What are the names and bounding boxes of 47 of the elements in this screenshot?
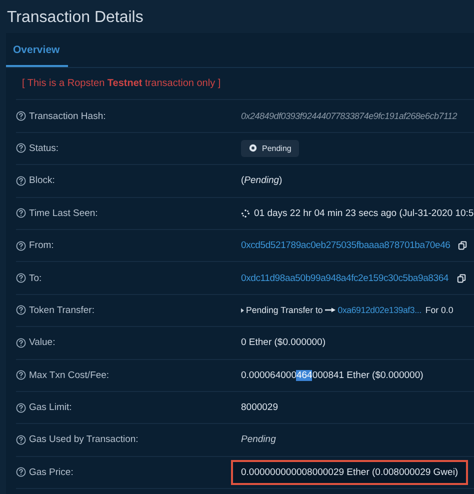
- help-icon[interactable]: [16, 338, 26, 348]
- token-amount: For 0.0: [425, 305, 454, 316]
- address-link[interactable]: 0xdc11d98aa50b99a948a4fc2e159c30c5ba9a8364: [241, 272, 448, 284]
- help-icon[interactable]: [16, 305, 26, 316]
- copy-icon[interactable]: [456, 274, 466, 283]
- help-icon[interactable]: [16, 143, 26, 154]
- field-label: Token Transfer:: [29, 304, 94, 316]
- time-value: 01 days 22 hr 04 min 23 secs ago (Jul-31-2020 10:5: [254, 208, 474, 219]
- field-value: 8000029: [241, 402, 278, 414]
- spinner-icon: [241, 208, 250, 218]
- field-label: Max Txn Cost/Fee:: [29, 370, 110, 381]
- pending-icon: [249, 144, 257, 152]
- field-label: Gas Used by Transaction:: [29, 434, 138, 446]
- pending-transfer-text: Pending Transfer to: [246, 305, 323, 316]
- help-icon[interactable]: [16, 467, 26, 478]
- help-icon[interactable]: [16, 176, 26, 186]
- help-icon[interactable]: [16, 370, 26, 380]
- field-label: Time Last Seen:: [29, 208, 98, 219]
- address-link[interactable]: 0xcd5d521789ac0eb275035fbaaaa878701ba70e46: [241, 240, 450, 252]
- field-label: To:: [29, 272, 42, 284]
- page-title: Transaction Details: [6, 8, 144, 28]
- fee-value: 0.000064000464000841 Ether ($0.000000): [241, 370, 424, 381]
- field-value: 0.000000000008000029 Ether (0.008000029 Gwei): [241, 466, 458, 478]
- help-icon[interactable]: [16, 111, 26, 122]
- field-label: Gas Price:: [29, 466, 74, 478]
- copy-icon[interactable]: [458, 241, 468, 250]
- help-icon[interactable]: [16, 240, 26, 251]
- gas-used-value: Pending: [241, 434, 276, 446]
- field-label: Value:: [29, 337, 56, 348]
- testnet-notice: [ This is a Ropsten Testnet transaction only ]: [22, 78, 221, 90]
- help-icon[interactable]: [16, 402, 26, 413]
- field-label: Status:: [29, 142, 59, 154]
- field-value: (Pending): [241, 175, 282, 186]
- token-link[interactable]: 0xa6912d02e139af3...: [338, 305, 422, 316]
- help-icon[interactable]: [16, 273, 26, 284]
- help-icon[interactable]: [16, 434, 26, 445]
- right-arrow-icon: [324, 307, 336, 314]
- status-text: Pending: [262, 144, 292, 153]
- field-label: Transaction Hash:: [29, 110, 106, 122]
- help-icon[interactable]: [16, 208, 26, 218]
- overview-tab[interactable]: Overview: [6, 33, 68, 67]
- bullet-icon: [241, 308, 244, 313]
- transaction-hash: 0x24849df0393f92444077833874e9fc191af268e6cb7112: [241, 111, 458, 122]
- field-label: Gas Limit:: [29, 402, 72, 414]
- field-value: 0 Ether ($0.000000): [241, 337, 326, 348]
- field-label: Block:: [29, 175, 55, 186]
- field-label: From:: [29, 240, 54, 252]
